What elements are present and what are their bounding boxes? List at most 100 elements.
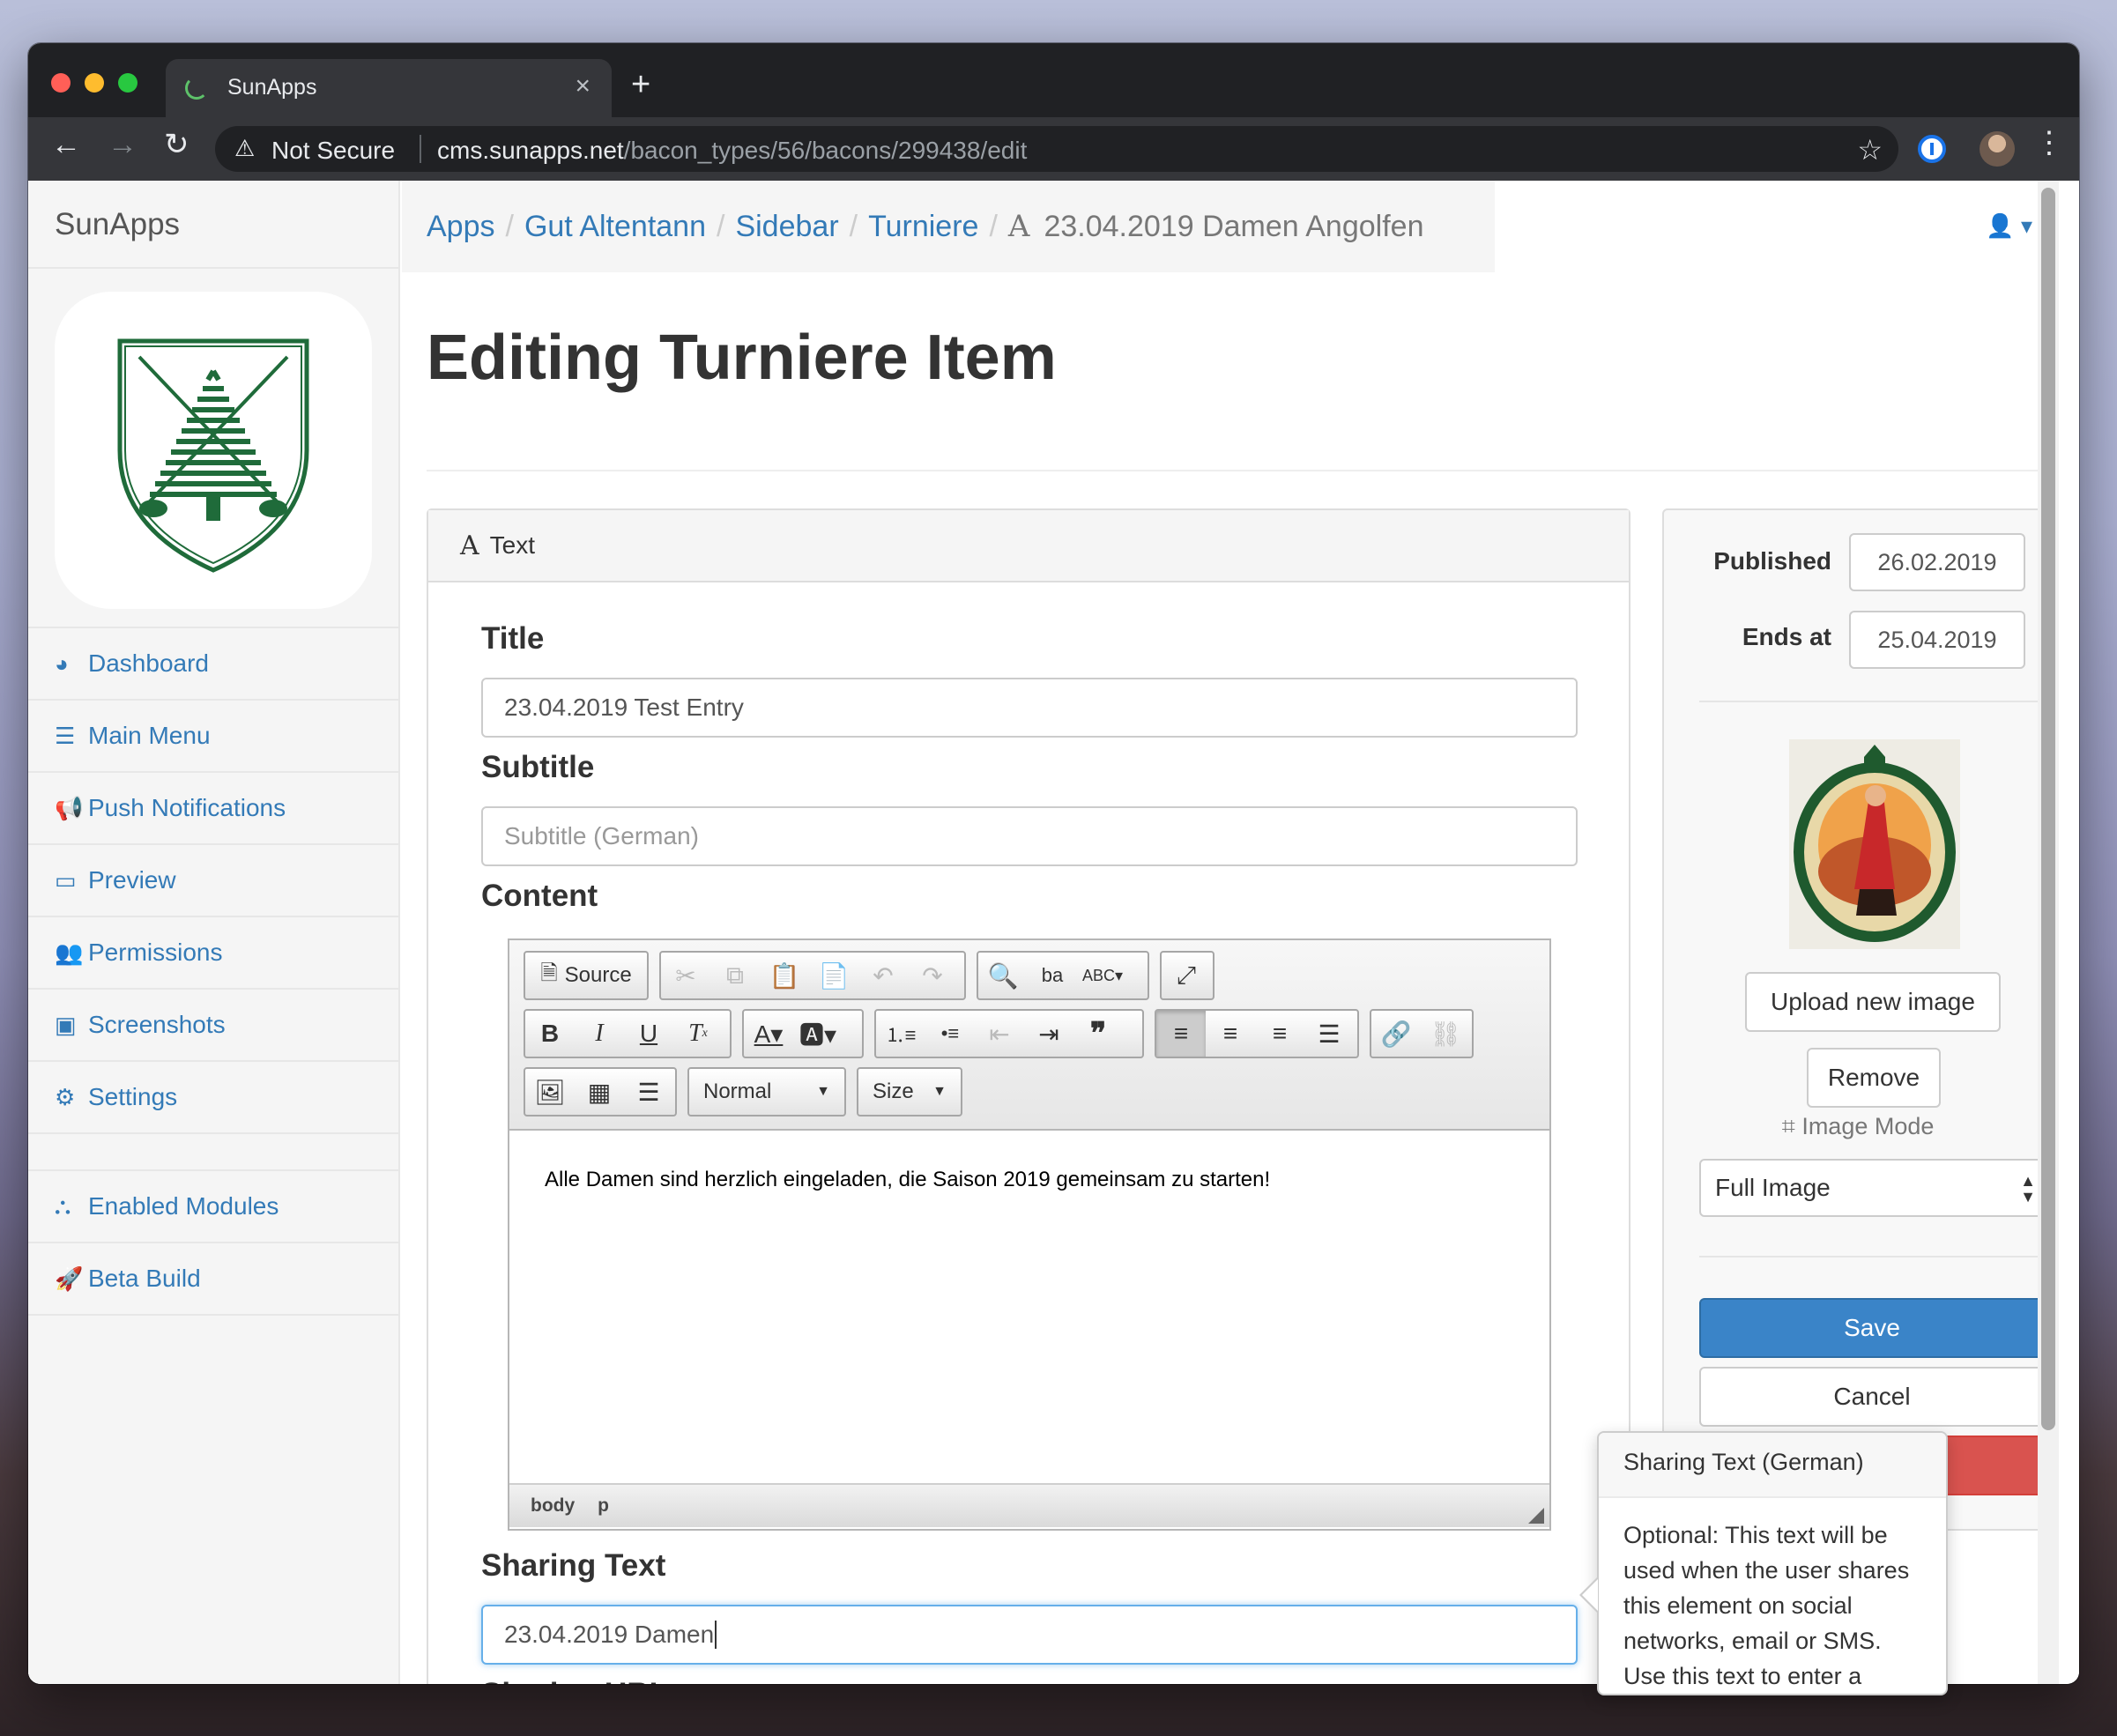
link-icon[interactable]: 🔗 [1371,1011,1421,1057]
bold-icon[interactable]: B [525,1011,575,1057]
redo-icon[interactable]: ↷ [908,953,957,998]
damengolf-badge-image [1794,745,1956,942]
close-icon[interactable]: × [575,71,591,101]
published-date-input[interactable]: 26.02.2019 [1849,533,2025,591]
golf-club-crest-icon [117,338,309,573]
indent-icon[interactable]: ⇥ [1024,1011,1073,1057]
sidebar-item-label: Preview [88,866,176,894]
outdent-icon[interactable]: ⇤ [975,1011,1024,1057]
subtitle-placeholder: Subtitle (German) [504,822,699,849]
browser-tab[interactable]: SunApps × [166,59,612,117]
browser-menu-icon[interactable]: ⋮ [2034,128,2064,158]
publish-panel: Published 26.02.2019 Ends at 25.04.2019 [1662,508,2054,1531]
breadcrumb-link-apps[interactable]: Apps [427,210,495,244]
bulleted-list-icon[interactable]: •≡ [925,1011,975,1057]
breadcrumb-link-turniere[interactable]: Turniere [868,210,978,244]
sidebar-item-label: Main Menu [88,722,211,749]
sidebar-item-main-menu[interactable]: ☰ Main Menu [28,699,398,771]
italic-icon[interactable]: I [575,1011,624,1057]
source-button[interactable]: 🗎 Source [525,953,647,998]
paste-text-icon[interactable]: 📄 [809,953,858,998]
url-path: /bacon_types/56/bacons/299438/edit [623,137,1028,164]
copy-icon[interactable]: ⧉ [710,953,760,998]
page-scrollbar-track[interactable] [2038,181,2059,1684]
underline-icon[interactable]: U [624,1011,673,1057]
ends-at-date-input[interactable]: 25.04.2019 [1849,611,2025,669]
published-label: Published [1713,547,1831,575]
resize-handle[interactable] [1528,1508,1544,1524]
published-date-value: 26.02.2019 [1877,548,1997,575]
sidebar-item-permissions[interactable]: 👥 Permissions [28,916,398,988]
sharing-text-input[interactable]: 23.04.2019 Damen [481,1605,1578,1665]
cancel-button[interactable]: Cancel [1699,1367,2045,1427]
popover-arrow [1579,1577,1598,1613]
table-icon[interactable]: ▦ [575,1069,624,1115]
new-tab-button[interactable]: + [631,68,650,101]
paste-icon[interactable]: 📋 [760,953,809,998]
content-label: Content [481,879,598,913]
maximize-window-button[interactable] [118,73,137,93]
user-menu-dropdown[interactable]: 👤 ▾ [1986,212,2032,240]
align-right-icon[interactable]: ≡ [1255,1011,1304,1057]
sidebar-item-push-notifications[interactable]: 📢 Push Notifications [28,771,398,843]
profile-avatar[interactable] [1980,131,2015,167]
breadcrumb-link-sidebar[interactable]: Sidebar [735,210,838,244]
remove-format-icon[interactable]: Tx [673,1011,723,1057]
spellcheck-icon[interactable]: ABC▾ [1077,953,1128,998]
align-left-icon[interactable]: ≡ [1156,1011,1206,1057]
save-button[interactable]: Save [1699,1298,2045,1358]
sidebar-item-enabled-modules[interactable]: ⛬ Enabled Modules [28,1169,398,1242]
panel-heading: A Text [428,510,1629,582]
numbered-list-icon[interactable]: ⒈≡ [876,1011,925,1057]
cut-icon[interactable]: ✂ [661,953,710,998]
title-input[interactable]: 23.04.2019 Test Entry [481,678,1578,738]
replace-icon[interactable]: ba [1028,953,1077,998]
editor-paragraph: Alle Damen sind herzlich eingeladen, die… [545,1168,1271,1191]
breadcrumb: Apps / Gut Altentann / Sidebar / Turnier… [402,181,1495,272]
format-combo[interactable]: Normal ▼ [687,1067,846,1117]
page-scrollbar-thumb[interactable] [2041,188,2055,1430]
sidebar-item-dashboard[interactable]: ◕ Dashboard [28,627,398,699]
text-color-icon[interactable]: A▾ [744,1011,793,1057]
breadcrumb-link-app[interactable]: Gut Altentann [524,210,706,244]
forward-arrow-icon[interactable]: → [108,130,137,160]
text-cursor [715,1621,717,1649]
title-label: Title [481,621,545,656]
toolbar-group-links: 🔗 ⛓ [1370,1009,1474,1058]
minimize-window-button[interactable] [85,73,104,93]
divider [1699,701,2043,702]
path-item-body[interactable]: body [531,1495,575,1517]
sidebar-item-preview[interactable]: ▭ Preview [28,843,398,916]
url-text[interactable]: cms.sunapps.net/bacon_types/56/bacons/29… [437,137,1027,165]
address-bar[interactable]: ⚠ Not Secure cms.sunapps.net/bacon_types… [215,126,1898,172]
back-arrow-icon[interactable]: ← [51,130,81,160]
maximize-icon[interactable]: ⤢ [1162,953,1211,998]
align-center-icon[interactable]: ≡ [1206,1011,1255,1057]
sidebar-item-settings[interactable]: ⚙ Settings [28,1060,398,1132]
upload-new-image-button[interactable]: Upload new image [1745,972,2001,1032]
password-manager-extension-icon[interactable] [1918,135,1946,163]
editor-content-area[interactable]: Alle Damen sind herzlich eingeladen, die… [509,1131,1549,1483]
sidebar-item-screenshots[interactable]: ▣ Screenshots [28,988,398,1060]
undo-icon[interactable]: ↶ [858,953,908,998]
brand-link[interactable]: SunApps [55,207,180,242]
sharing-text-label: Sharing Text [481,1548,666,1583]
align-justify-icon[interactable]: ☰ [1304,1011,1354,1057]
find-icon[interactable]: 🔍 [978,953,1028,998]
sidebar-item-beta-build[interactable]: 🚀 Beta Build [28,1242,398,1314]
image-icon[interactable]: 🖼 [525,1069,575,1115]
blockquote-icon[interactable]: ❞ [1073,1011,1123,1057]
path-item-p[interactable]: p [598,1495,609,1517]
remove-image-button[interactable]: Remove [1807,1048,1941,1108]
sharing-text-popover: Sharing Text (German) Optional: This tex… [1597,1431,1948,1695]
size-combo[interactable]: Size ▼ [857,1067,962,1117]
horizontal-rule-icon[interactable]: ☰ [624,1069,673,1115]
subtitle-input[interactable]: Subtitle (German) [481,806,1578,866]
close-window-button[interactable] [51,73,71,93]
unlink-icon[interactable]: ⛓ [1421,1011,1470,1057]
bookmark-star-icon[interactable]: ☆ [1857,133,1883,167]
background-color-icon[interactable]: 🅰▾ [793,1011,843,1057]
users-icon: 👥 [55,938,84,966]
reload-icon[interactable]: ↻ [164,130,189,160]
image-mode-select[interactable]: Full Image ▲ ▼ [1699,1159,2045,1217]
